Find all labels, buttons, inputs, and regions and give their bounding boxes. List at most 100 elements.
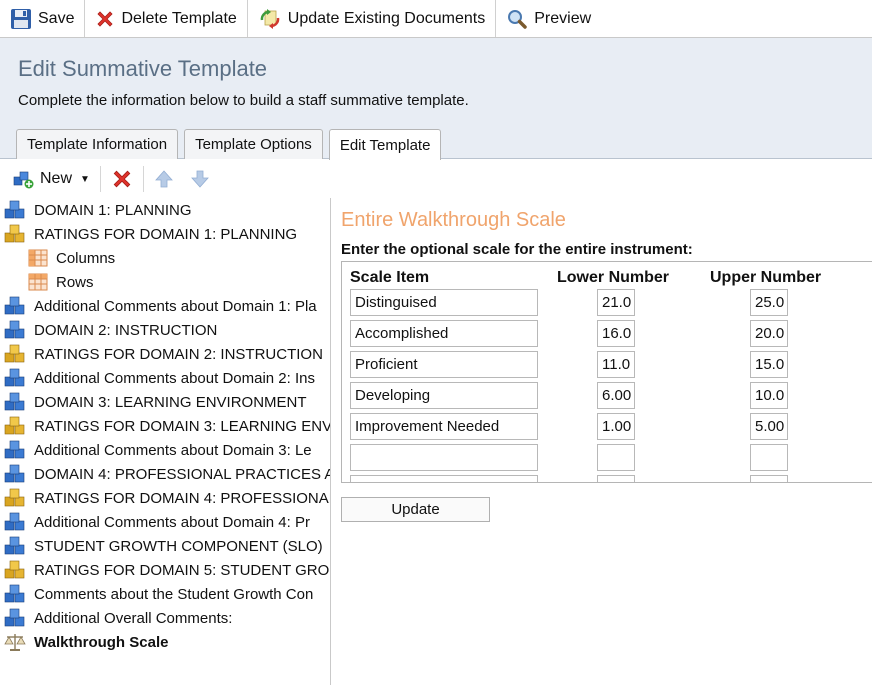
tree-item[interactable]: Walkthrough Scale [0,630,330,654]
scale-item-input[interactable] [350,444,538,471]
lower-number-input[interactable]: 21.0 [597,289,635,316]
toolbar-divider [142,166,144,192]
preview-button[interactable]: Preview [496,0,601,37]
template-tree: DOMAIN 1: PLANNING RATINGS FOR DOMAIN 1: … [0,198,331,685]
lower-number-input[interactable]: 1.00 [597,413,635,440]
lower-number-input[interactable]: 11.0 [597,351,635,378]
scale-row: Developing 6.00 10.0 [342,382,872,410]
move-down-button[interactable] [190,164,210,194]
upper-number-input[interactable]: 20.0 [750,320,788,347]
tree-item[interactable]: STUDENT GROWTH COMPONENT (SLO) [0,534,330,558]
tree-item[interactable]: RATINGS FOR DOMAIN 4: PROFESSIONAL [0,486,330,510]
scale-row [342,444,872,472]
scale-item-input[interactable]: Developing [350,382,538,409]
tree-item[interactable]: Additional Comments about Domain 2: Ins [0,366,330,390]
main-toolbar: Save Delete Template Update Existing Doc… [0,0,872,38]
gold-blocks-icon [4,560,26,580]
tree-item-label: RATINGS FOR DOMAIN 1: PLANNING [34,225,298,243]
tree-item-label: Rows [56,273,94,291]
tree-item-label: DOMAIN 1: PLANNING [34,201,192,219]
tree-item[interactable]: Rows [0,270,330,294]
tree-item[interactable]: RATINGS FOR DOMAIN 1: PLANNING [0,222,330,246]
blue-blocks-icon [4,464,26,484]
tree-item[interactable]: DOMAIN 1: PLANNING [0,198,330,222]
page-header: Edit Summative Template Complete the inf… [0,38,872,160]
tree-item[interactable]: Additional Overall Comments: [0,606,330,630]
gold-blocks-icon [4,344,26,364]
scale-item-input[interactable] [350,475,538,482]
tree-item-label: Additional Comments about Domain 4: Pr [34,513,310,531]
lower-number-input[interactable]: 6.00 [597,382,635,409]
tree-item-label: Additional Comments about Domain 3: Le [34,441,312,459]
tree-item-label: DOMAIN 3: LEARNING ENVIRONMENT [34,393,307,411]
upper-number-input[interactable]: 25.0 [750,289,788,316]
gold-blocks-icon [4,416,26,436]
tree-item[interactable]: DOMAIN 4: PROFESSIONAL PRACTICES A [0,462,330,486]
grid-columns-icon [28,249,48,267]
grid-rows-icon [28,273,48,291]
tree-item[interactable]: Comments about the Student Growth Con [0,582,330,606]
lower-number-input[interactable] [597,444,635,471]
delete-node-button[interactable] [111,164,133,194]
tree-item[interactable]: RATINGS FOR DOMAIN 3: LEARNING ENV [0,414,330,438]
blue-blocks-icon [4,368,26,388]
arrow-up-icon [154,169,174,189]
refresh-documents-icon [258,8,282,30]
panel-instruction: Enter the optional scale for the entire … [341,241,693,258]
arrow-down-icon [190,169,210,189]
tree-item[interactable]: Columns [0,246,330,270]
delete-template-label: Delete Template [121,9,237,27]
floppy-disk-icon [10,8,32,30]
delete-template-button[interactable]: Delete Template [85,0,248,37]
scale-item-input[interactable]: Proficient [350,351,538,378]
save-button[interactable]: Save [0,0,86,37]
page-title: Edit Summative Template [18,56,268,81]
scale-panel: Entire Walkthrough Scale Enter the optio… [331,198,872,685]
tree-item-label: STUDENT GROWTH COMPONENT (SLO) [34,537,323,555]
tree-item-label: RATINGS FOR DOMAIN 2: INSTRUCTION [34,345,323,363]
tree-item[interactable]: Additional Comments about Domain 1: Pla [0,294,330,318]
tree-item-label: Additional Comments about Domain 1: Pla [34,297,317,315]
tree-item-label: Columns [56,249,116,267]
blue-blocks-icon [4,320,26,340]
update-existing-documents-button[interactable]: Update Existing Documents [248,0,497,37]
upper-number-input[interactable] [750,444,788,471]
tree-item-label: DOMAIN 2: INSTRUCTION [34,321,218,339]
blue-blocks-icon [4,200,26,220]
tab-edit-template[interactable]: Edit Template [328,129,442,160]
column-header-lower-number: Lower Number [557,269,670,286]
blue-blocks-icon [4,512,26,532]
upper-number-input[interactable]: 10.0 [750,382,788,409]
tree-item[interactable]: RATINGS FOR DOMAIN 5: STUDENT GRO [0,558,330,582]
lower-number-input[interactable] [597,475,635,482]
tree-item[interactable]: DOMAIN 3: LEARNING ENVIRONMENT [0,390,330,414]
tree-item[interactable]: DOMAIN 2: INSTRUCTION [0,318,330,342]
blue-blocks-icon [4,536,26,556]
page-subtitle: Complete the information below to build … [18,92,469,109]
update-existing-label: Update Existing Documents [287,9,486,27]
update-button[interactable]: Update [341,497,490,522]
tree-item[interactable]: RATINGS FOR DOMAIN 2: INSTRUCTION [0,342,330,366]
scale-item-input[interactable]: Accomplished [350,320,538,347]
scale-item-input[interactable]: Improvement Needed [350,413,538,440]
new-dropdown-button[interactable]: New ▼ [12,164,90,194]
caret-down-icon: ▼ [80,173,90,185]
upper-number-input[interactable]: 15.0 [750,351,788,378]
tree-item-label: DOMAIN 4: PROFESSIONAL PRACTICES A [34,465,331,483]
blue-blocks-icon [4,608,26,628]
lower-number-input[interactable]: 16.0 [597,320,635,347]
column-header-upper-number: Upper Number [710,269,822,286]
tree-item[interactable]: Additional Comments about Domain 3: Le [0,438,330,462]
tree-item[interactable]: Additional Comments about Domain 4: Pr [0,510,330,534]
move-up-button[interactable] [154,164,174,194]
tree-item-label: Additional Overall Comments: [34,609,233,627]
blue-blocks-icon [4,296,26,316]
scale-row [342,475,872,482]
upper-number-input[interactable] [750,475,788,482]
tree-item-label: Comments about the Student Growth Con [34,585,314,603]
scale-item-input[interactable]: Distinguised [350,289,538,316]
column-header-scale-item: Scale Item [350,269,430,286]
tab-template-information[interactable]: Template Information [16,129,179,159]
upper-number-input[interactable]: 5.00 [750,413,788,440]
tab-template-options[interactable]: Template Options [184,129,323,159]
